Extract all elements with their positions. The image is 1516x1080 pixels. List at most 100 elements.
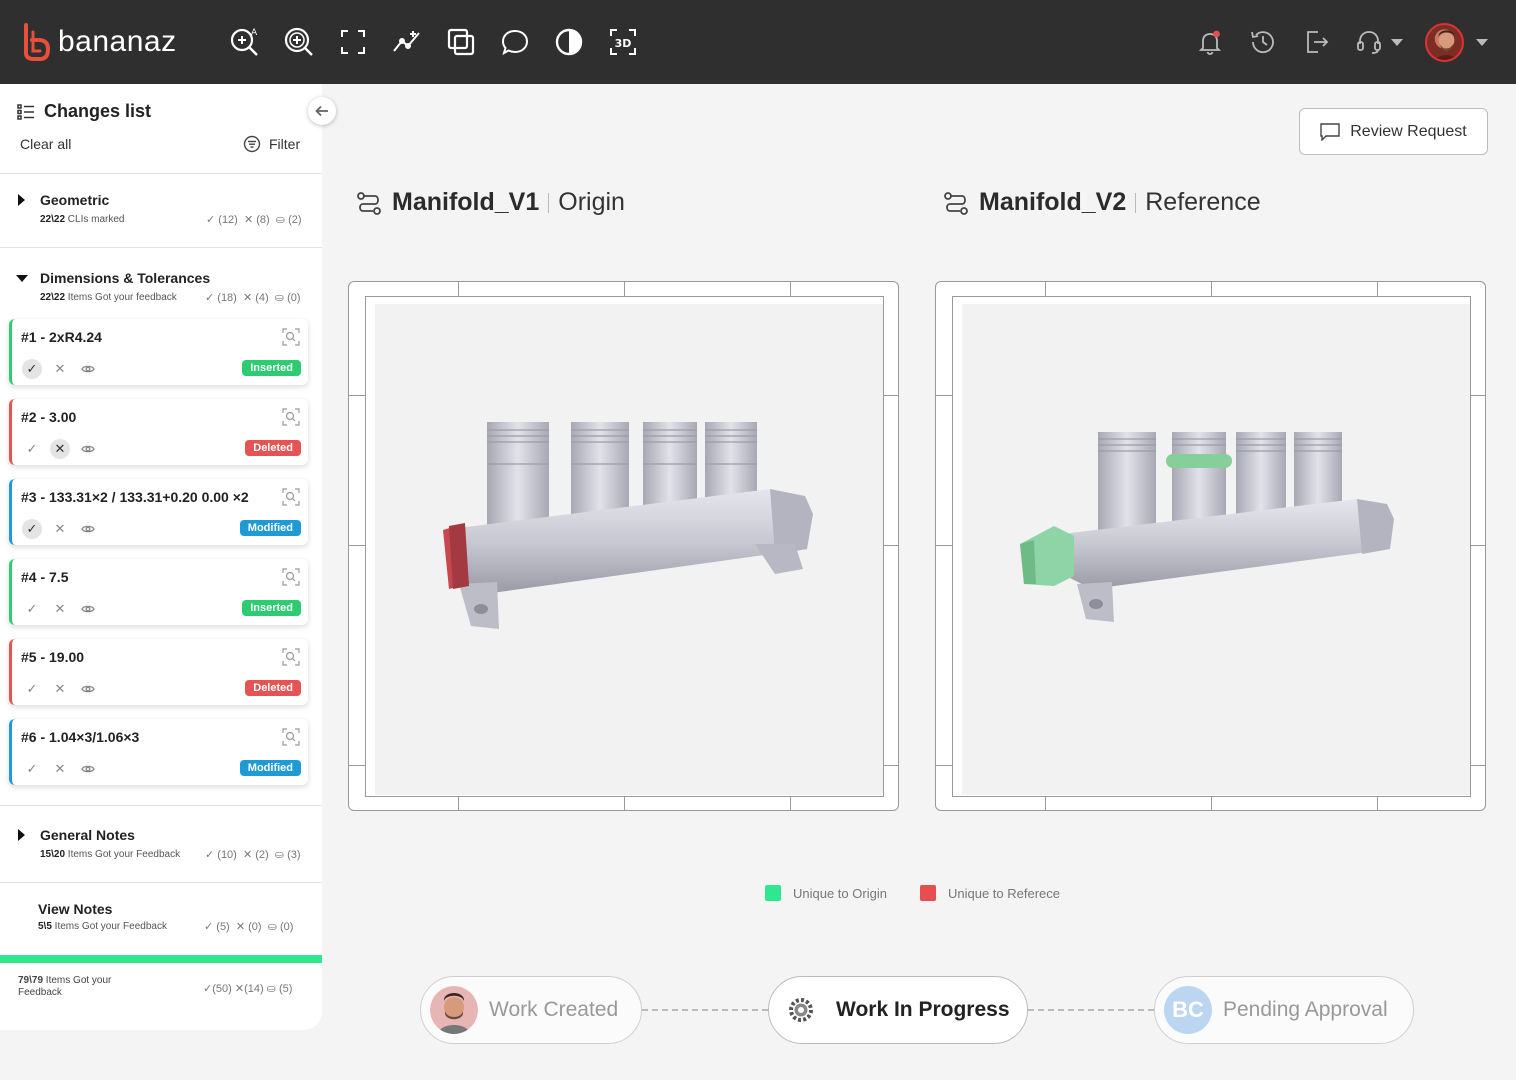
locate-zoom-icon[interactable] — [282, 488, 300, 506]
view-eye-icon[interactable] — [78, 519, 98, 539]
legend-label: Unique to Origin — [793, 885, 887, 901]
group-stats: ✓ (10) ✕ (2) ⛀ (3) — [205, 849, 301, 861]
zoom-annotation-icon[interactable]: A — [227, 24, 263, 60]
group-stats: ✓ (5) ✕ (0) ⛀ (0) — [204, 921, 294, 933]
overlay-icon[interactable] — [443, 24, 479, 60]
svg-text:A: A — [251, 28, 258, 38]
manifold-v2-model — [1020, 432, 1394, 622]
filter-button[interactable]: Filter — [243, 135, 300, 153]
view-eye-icon[interactable] — [78, 759, 98, 779]
change-item-title: #5 - 19.00 — [21, 649, 85, 665]
change-item-card[interactable]: #1 - 2xR4.24 ✓ ✕ Inserted — [9, 319, 308, 385]
workflow-step-work-in-progress[interactable]: Work In Progress — [768, 976, 1028, 1044]
review-request-button[interactable]: Review Request — [1299, 108, 1488, 155]
manifold-v1-model — [443, 422, 813, 629]
step-label: Pending Approval — [1223, 998, 1388, 1021]
logout-icon[interactable] — [1299, 24, 1333, 60]
group-title: Dimensions & Tolerances — [40, 270, 211, 286]
reference-model-role: Reference — [1145, 188, 1261, 216]
group-geometric[interactable]: Geometric 22\22 CLIs marked ✓ (12) ✕ (8)… — [0, 173, 322, 247]
reject-x-icon[interactable]: ✕ — [50, 759, 70, 779]
legend-swatch — [765, 885, 781, 901]
group-dimensions-tolerances[interactable]: Dimensions & Tolerances 22\22 Items Got … — [0, 247, 322, 307]
reference-3d-viewer[interactable] — [935, 281, 1486, 811]
change-item-card[interactable]: #3 - 133.31×2 / 133.31+0.20 0.00 ×2 ✓ ✕ … — [9, 479, 308, 545]
app-name: bananaz — [58, 25, 177, 58]
clear-all-link[interactable]: Clear all — [20, 136, 71, 152]
reject-x-icon[interactable]: ✕ — [50, 679, 70, 699]
history-icon[interactable] — [1246, 24, 1280, 60]
notification-bell-icon[interactable] — [1193, 24, 1227, 60]
accept-check-icon[interactable]: ✓ — [22, 759, 42, 779]
change-item-card[interactable]: #5 - 19.00 ✓ ✕ Deleted — [9, 639, 308, 705]
total-stats: ✓(50) ✕(14) ⛀ (5) — [203, 983, 293, 995]
collapse-sidebar-button[interactable] — [308, 97, 336, 125]
measure-icon[interactable] — [389, 24, 425, 60]
group-general-notes[interactable]: General Notes 15\20 Items Got your Feedb… — [0, 805, 322, 882]
legend-origin: Unique to Origin — [765, 885, 887, 901]
route-icon — [944, 191, 968, 215]
collapse-caret-icon[interactable] — [16, 275, 28, 282]
origin-3d-viewer[interactable] — [348, 281, 899, 811]
workflow-step-pending-approval[interactable]: BC Pending Approval — [1154, 976, 1414, 1044]
step-label: Work Created — [489, 998, 619, 1021]
view-eye-icon[interactable] — [78, 439, 98, 459]
reject-x-icon[interactable]: ✕ — [50, 359, 70, 379]
locate-zoom-icon[interactable] — [282, 568, 300, 586]
locate-zoom-icon[interactable] — [282, 728, 300, 746]
change-item-card[interactable]: #6 - 1.04×3/1.06×3 ✓ ✕ Modified — [9, 719, 308, 785]
user-avatar[interactable] — [1425, 23, 1464, 62]
reference-model-canvas[interactable] — [962, 304, 1470, 795]
zoom-in-icon[interactable] — [281, 24, 317, 60]
reference-model-name: Manifold_V2 — [979, 188, 1127, 216]
expand-caret-icon[interactable] — [18, 829, 25, 841]
change-item-title: #6 - 1.04×3/1.06×3 — [21, 729, 140, 745]
group-summary: 22\22 CLIs marked — [40, 214, 125, 225]
view-eye-icon[interactable] — [78, 359, 98, 379]
group-title: Geometric — [40, 192, 110, 208]
status-badge: Deleted — [245, 680, 301, 696]
fit-screen-icon[interactable] — [335, 24, 371, 60]
change-item-card[interactable]: #4 - 7.5 ✓ ✕ Inserted — [9, 559, 308, 625]
bananaz-logo-icon — [24, 23, 50, 61]
user-menu-chevron-icon[interactable] — [1476, 39, 1488, 46]
approver-avatar: BC — [1164, 986, 1212, 1034]
feedback-progress-bar — [0, 955, 322, 963]
accept-check-icon[interactable]: ✓ — [22, 359, 42, 379]
accept-check-icon[interactable]: ✓ — [22, 679, 42, 699]
reject-x-icon[interactable]: ✕ — [50, 519, 70, 539]
contrast-icon[interactable] — [551, 24, 587, 60]
support-headset-icon[interactable] — [1352, 24, 1386, 60]
group-stats: ✓ (12) ✕ (8) ⛀ (2) — [206, 214, 302, 226]
group-summary: 5\5 Items Got your Feedback — [38, 921, 167, 932]
locate-zoom-icon[interactable] — [282, 648, 300, 666]
change-item-title: #3 - 133.31×2 / 133.31+0.20 0.00 ×2 — [21, 489, 249, 505]
group-summary: 15\20 Items Got your Feedback — [40, 849, 181, 860]
3d-view-icon[interactable]: 3D — [605, 24, 641, 60]
origin-model-canvas[interactable] — [375, 304, 883, 795]
workflow-connector — [642, 1009, 768, 1011]
legend-label: Unique to Referece — [948, 885, 1061, 901]
reject-x-icon[interactable]: ✕ — [50, 439, 70, 459]
locate-zoom-icon[interactable] — [282, 328, 300, 346]
locate-zoom-icon[interactable] — [282, 408, 300, 426]
accept-check-icon[interactable]: ✓ — [22, 439, 42, 459]
bananaz-logo[interactable]: bananaz — [22, 22, 177, 62]
accept-check-icon[interactable]: ✓ — [22, 599, 42, 619]
group-stats: ✓ (18) ✕ (4) ⛀ (0) — [205, 292, 301, 304]
changes-list-panel: Changes list Clear all Filter Geometric … — [0, 84, 336, 1030]
comment-box-icon — [1320, 122, 1340, 141]
reject-x-icon[interactable]: ✕ — [50, 599, 70, 619]
list-icon — [17, 104, 34, 120]
expand-caret-icon[interactable] — [18, 194, 25, 206]
comment-icon[interactable] — [497, 24, 533, 60]
change-item-title: #4 - 7.5 — [21, 569, 69, 585]
status-badge: Modified — [239, 760, 301, 776]
change-item-card[interactable]: #2 - 3.00 ✓ ✕ Deleted — [9, 399, 308, 465]
view-eye-icon[interactable] — [78, 679, 98, 699]
accept-check-icon[interactable]: ✓ — [22, 519, 42, 539]
group-view-notes[interactable]: View Notes 5\5 Items Got your Feedback ✓… — [0, 882, 322, 955]
view-eye-icon[interactable] — [78, 599, 98, 619]
workflow-step-work-created[interactable]: Work Created — [420, 976, 642, 1044]
support-dropdown-chevron-icon[interactable] — [1391, 39, 1403, 46]
